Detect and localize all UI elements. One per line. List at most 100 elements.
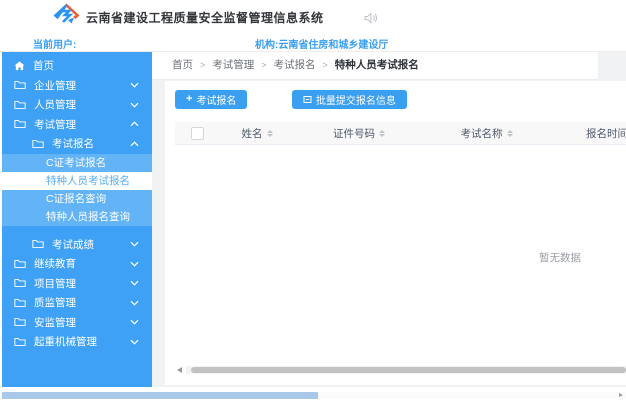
speaker-icon[interactable] <box>364 11 378 29</box>
table-column-header[interactable]: 证件号码 <box>294 126 424 141</box>
body: 首页企业管理人员管理考试管理考试报名C证考试报名特种人员考试报名C证报名查询特种… <box>0 52 626 387</box>
breadcrumb: 首页 > 考试管理 > 考试报名 > 特种人员考试报名 <box>152 52 598 80</box>
sidebar-item-label: 考试管理 <box>34 117 76 132</box>
breadcrumb-separator: > <box>200 60 205 70</box>
chevron-up-icon <box>130 141 139 147</box>
sidebar-menu: 首页企业管理人员管理考试管理考试报名 C证考试报名特种人员考试报名 C证报名查询特种… <box>2 52 152 387</box>
batch-submit-button-label: 批量提交报名信息 <box>316 92 396 107</box>
chevron-down-icon <box>130 82 139 88</box>
breadcrumb-separator: > <box>261 60 266 70</box>
sort-carets-icon <box>267 130 273 137</box>
data-table: 姓名 证件号码 考试名称 报名时间 暂无数据 <box>175 122 626 369</box>
folder-icon <box>14 80 26 90</box>
column-header-label: 报名时间 <box>586 126 626 141</box>
folder-icon <box>14 317 26 327</box>
folder-icon <box>14 259 26 269</box>
sidebar-item-c-cert-exam-registration[interactable]: C证考试报名 <box>2 154 152 172</box>
batch-submit-button[interactable]: 批量提交报名信息 <box>292 90 407 109</box>
sidebar-item-label: 考试成绩 <box>52 237 94 252</box>
table-header-row: 姓名 证件号码 考试名称 报名时间 <box>175 122 626 145</box>
empty-state-text: 暂无数据 <box>175 145 626 369</box>
toolbar: + 考试报名 批量提交报名信息 <box>165 81 626 116</box>
sidebar-item-personnel-mgmt[interactable]: 人员管理 <box>2 95 152 115</box>
exam-register-button[interactable]: + 考试报名 <box>175 90 247 109</box>
table-column-header[interactable]: 考试名称 <box>424 126 549 141</box>
organization-label: 机构:云南省住房和城乡建设厅 <box>255 36 388 51</box>
select-all-checkbox[interactable] <box>191 127 204 140</box>
folder-icon <box>14 298 26 308</box>
batch-submit-icon <box>303 95 312 104</box>
sidebar-item-special-personnel-registration-query[interactable]: 特种人员报名查询 <box>2 208 152 226</box>
exam-register-button-label: 考试报名 <box>196 92 236 107</box>
sidebar-item-c-cert-registration-query[interactable]: C证报名查询 <box>2 190 152 208</box>
column-header-label: 姓名 <box>242 126 263 141</box>
folder-icon <box>32 239 44 249</box>
top-header: 云南省建设工程质量安全监督管理信息系统 <box>0 0 626 32</box>
sidebar-item-label: 安监管理 <box>34 315 76 330</box>
breadcrumb-item[interactable]: 考试管理 <box>212 59 254 71</box>
user-info-bar: 当前用户: 机构:云南省住房和城乡建设厅 <box>0 32 626 52</box>
sidebar-item-label: 人员管理 <box>34 97 76 112</box>
table-horizontal-scrollbar <box>177 366 626 374</box>
sidebar-item-label: 首页 <box>33 58 54 73</box>
breadcrumb-item[interactable]: 考试报名 <box>274 59 316 71</box>
sidebar-item-exam-registration[interactable]: 考试报名 <box>2 134 152 154</box>
folder-icon <box>14 119 26 129</box>
folder-icon <box>14 100 26 110</box>
folder-icon <box>14 278 26 288</box>
sidebar-item-label: C证报名查询 <box>46 191 106 206</box>
chevron-down-icon <box>130 280 139 286</box>
sidebar-item-quality-supervision-mgmt[interactable]: 质监管理 <box>2 293 152 313</box>
column-header-label: 证件号码 <box>333 126 375 141</box>
sort-carets-icon <box>379 130 385 137</box>
table-column-header: 报名时间 <box>549 126 626 141</box>
sidebar-item-label: 项目管理 <box>34 276 76 291</box>
breadcrumb-item: 特种人员考试报名 <box>335 59 419 71</box>
sort-carets-icon <box>507 130 513 137</box>
app-logo-icon <box>53 3 80 34</box>
main-content: 首页 > 考试管理 > 考试报名 > 特种人员考试报名 + 考试报名 <box>152 52 626 387</box>
scroll-left-arrow-icon[interactable] <box>177 367 182 373</box>
column-header-label: 考试名称 <box>461 126 503 141</box>
app-window: 云南省建设工程质量安全监督管理信息系统 当前用户: 机构:云南省住房和城乡建设厅… <box>0 0 626 400</box>
sidebar-item-label: 质监管理 <box>34 295 76 310</box>
sidebar-item-exam-mgmt[interactable]: 考试管理 <box>2 115 152 135</box>
content-card: + 考试报名 批量提交报名信息 姓名证件号码考试 <box>165 81 626 385</box>
chevron-down-icon <box>130 319 139 325</box>
sidebar-item-label: C证考试报名 <box>46 155 106 170</box>
sidebar-item-special-personnel-exam-registration[interactable]: 特种人员考试报名 <box>2 172 152 190</box>
scroll-right-arrow-icon[interactable] <box>619 393 623 397</box>
plus-icon: + <box>186 94 192 105</box>
breadcrumb-separator: > <box>323 60 328 70</box>
page-scrollbar-thumb[interactable] <box>2 392 318 399</box>
breadcrumb-item[interactable]: 首页 <box>172 59 193 71</box>
chevron-up-icon <box>130 121 139 127</box>
table-column-header[interactable]: 姓名 <box>220 126 294 141</box>
current-user-label: 当前用户: <box>33 36 76 51</box>
sidebar-item-home[interactable]: 首页 <box>2 56 152 76</box>
sidebar-item-project-mgmt[interactable]: 项目管理 <box>2 274 152 294</box>
sidebar-item-label: 特种人员报名查询 <box>46 209 130 224</box>
page-horizontal-scrollbar <box>0 392 626 399</box>
table-header-checkbox-cell <box>175 127 220 140</box>
folder-icon <box>14 337 26 347</box>
chevron-down-icon <box>130 261 139 267</box>
sidebar-item-label: 起重机械管理 <box>34 334 97 349</box>
sidebar-item-label: 继续教育 <box>34 256 76 271</box>
sidebar-item-label: 考试报名 <box>52 136 94 151</box>
sidebar-item-crane-machinery-mgmt[interactable]: 起重机械管理 <box>2 332 152 352</box>
app-title: 云南省建设工程质量安全监督管理信息系统 <box>86 9 324 26</box>
folder-icon <box>32 139 44 149</box>
sidebar-item-enterprise-mgmt[interactable]: 企业管理 <box>2 76 152 96</box>
chevron-down-icon <box>130 339 139 345</box>
table-scrollbar-thumb[interactable] <box>191 367 626 373</box>
chevron-down-icon <box>130 102 139 108</box>
home-icon <box>14 61 25 71</box>
sidebar-item-exam-results[interactable]: 考试成绩 <box>2 235 152 255</box>
sidebar-item-continuing-education[interactable]: 继续教育 <box>2 254 152 274</box>
chevron-down-icon <box>130 300 139 306</box>
sidebar-item-safety-supervision-mgmt[interactable]: 安监管理 <box>2 313 152 333</box>
sidebar-item-label: 特种人员考试报名 <box>46 173 130 188</box>
chevron-down-icon <box>130 241 139 247</box>
sidebar-item-label: 企业管理 <box>34 78 76 93</box>
